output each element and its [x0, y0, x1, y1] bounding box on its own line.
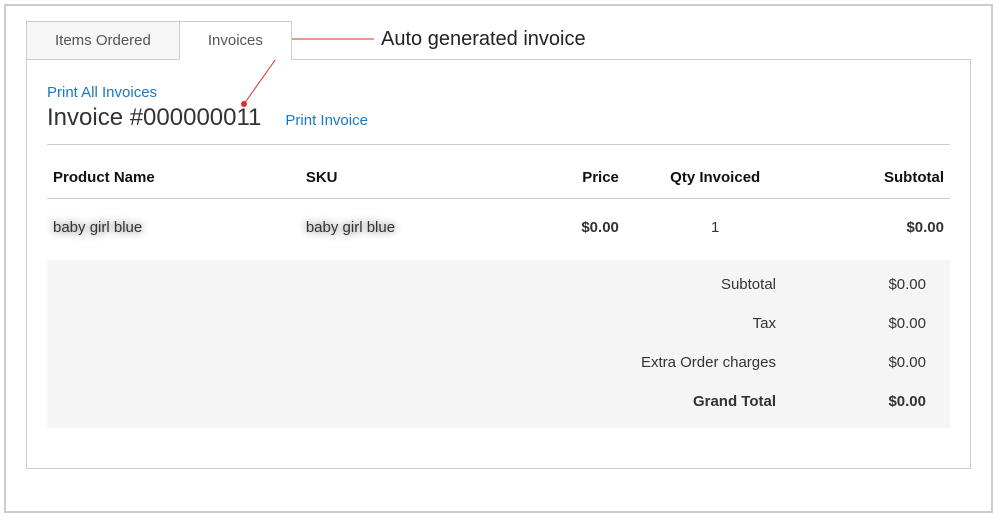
tax-label: Tax	[71, 315, 776, 332]
tax-value: $0.00	[776, 315, 926, 332]
table-row: baby girl blue baby girl blue $0.00 1 $0…	[47, 199, 950, 257]
extra-charges-value: $0.00	[776, 354, 926, 371]
invoice-header: Invoice #000000011 Print Invoice	[47, 104, 950, 145]
col-subtotal: Subtotal	[805, 159, 950, 199]
table-header-row: Product Name SKU Price Qty Invoiced Subt…	[47, 159, 950, 199]
col-sku: SKU	[300, 159, 499, 199]
grand-total-value: $0.00	[776, 393, 926, 410]
tab-invoices[interactable]: Invoices	[179, 21, 292, 60]
extra-charges-label: Extra Order charges	[71, 354, 776, 371]
invoice-title: Invoice #000000011	[47, 104, 261, 132]
invoice-panel: Print All Invoices Invoice #000000011 Pr…	[26, 59, 971, 469]
print-all-invoices-link[interactable]: Print All Invoices	[47, 84, 157, 101]
totals-block: Subtotal $0.00 Tax $0.00 Extra Order cha…	[47, 260, 950, 428]
subtotal-label: Subtotal	[71, 276, 776, 293]
col-product-name: Product Name	[47, 159, 300, 199]
grand-total-label: Grand Total	[71, 393, 776, 410]
print-invoice-link[interactable]: Print Invoice	[285, 112, 368, 129]
col-price: Price	[498, 159, 624, 199]
col-qty: Qty Invoiced	[625, 159, 806, 199]
tab-items-ordered[interactable]: Items Ordered	[26, 21, 179, 60]
cell-sku: baby girl blue	[300, 199, 499, 257]
cell-qty: 1	[625, 199, 806, 257]
cell-price: $0.00	[498, 199, 624, 257]
order-view-container: Items Ordered Invoices Auto generated in…	[4, 4, 993, 513]
annotation-label: Auto generated invoice	[381, 28, 586, 51]
subtotal-value: $0.00	[776, 276, 926, 293]
invoice-items-table: Product Name SKU Price Qty Invoiced Subt…	[47, 159, 950, 256]
cell-product-name: baby girl blue	[47, 199, 300, 257]
cell-subtotal: $0.00	[805, 199, 950, 257]
